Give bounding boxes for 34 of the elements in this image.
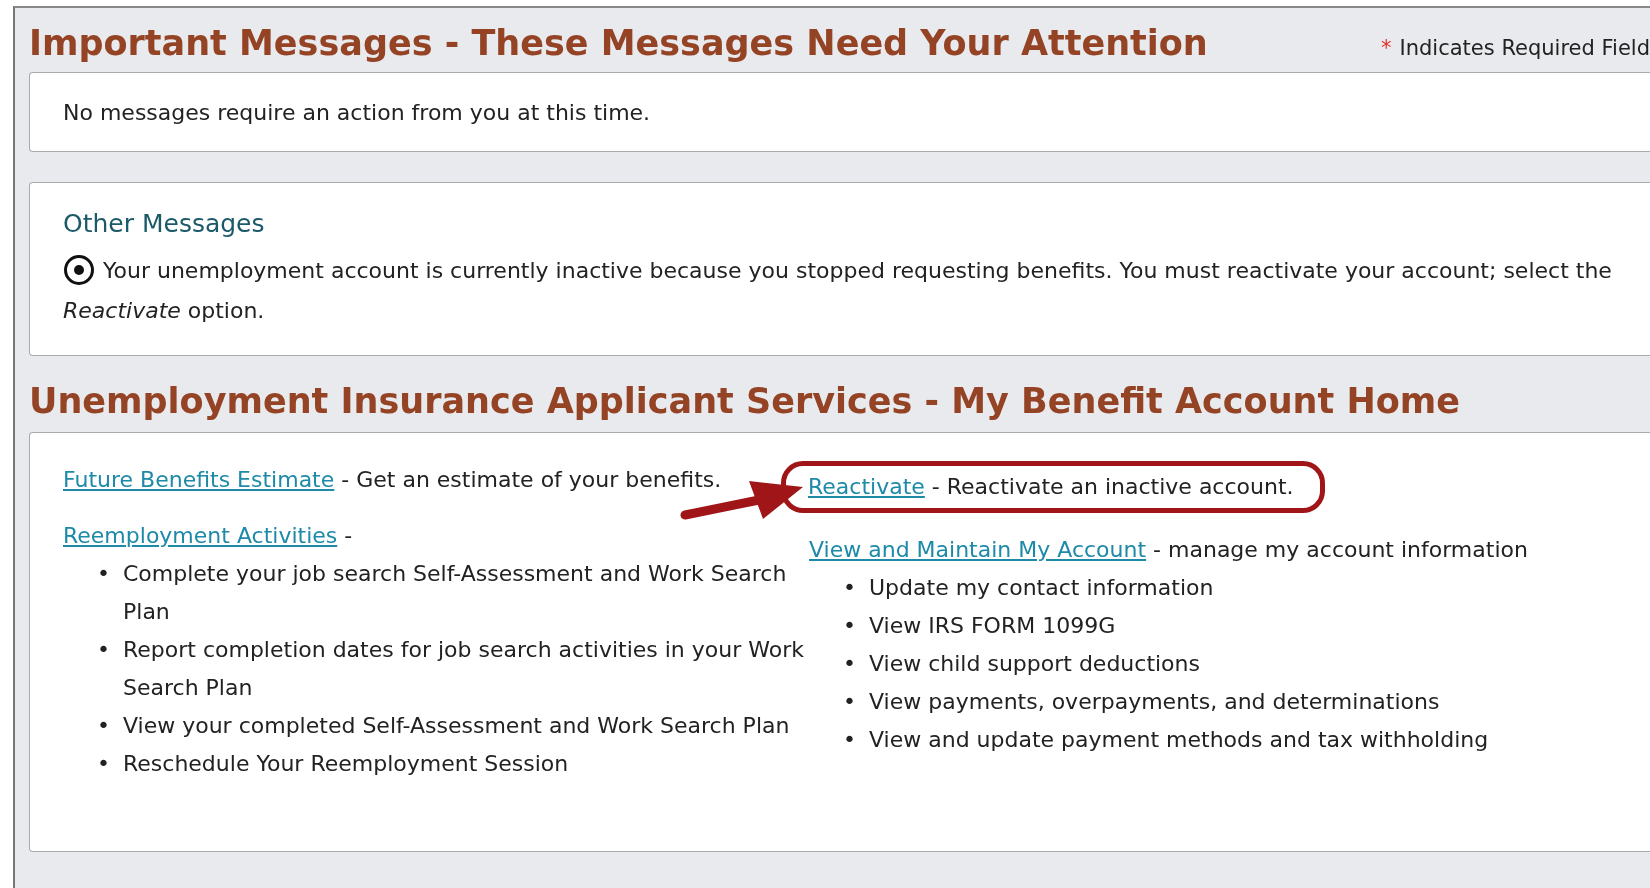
list-item: View IRS FORM 1099G bbox=[869, 611, 1116, 640]
link[interactable]: Reactivate bbox=[808, 473, 925, 499]
bullet: • bbox=[97, 559, 111, 588]
list-item: View your completed Self-Assessment and Work Search Plan bbox=[123, 711, 790, 740]
list-item: Update my contact information bbox=[869, 573, 1214, 602]
required-note: Indicates Required Field bbox=[1399, 34, 1650, 62]
bullet: • bbox=[843, 649, 857, 678]
radio-dot-icon bbox=[63, 253, 95, 286]
section-heading: Other Messages bbox=[63, 208, 266, 240]
description-text: - manage my account information bbox=[1153, 536, 1528, 562]
list-item: Reschedule Your Reemployment Session bbox=[123, 749, 569, 778]
message-text: Your unemployment account is currently inactive because you stopped requesting benefits. You must reactivate your account; select the Reactivate option. bbox=[63, 250, 1617, 331]
bullet: • bbox=[843, 687, 857, 716]
list-item: Report completion dates for job search activities in your Work Search Plan bbox=[123, 635, 805, 702]
bullet: • bbox=[97, 711, 111, 740]
link[interactable]: Future Benefits Estimate bbox=[63, 466, 335, 492]
required-mark: * bbox=[1381, 34, 1392, 62]
list-item: View payments, overpayments, and determinations bbox=[869, 687, 1440, 716]
link[interactable]: View and Maintain My Account bbox=[809, 536, 1147, 562]
bullet: • bbox=[97, 635, 111, 664]
list-item: View child support deductions bbox=[869, 649, 1200, 678]
bullet: • bbox=[843, 611, 857, 640]
bullet: • bbox=[97, 749, 111, 778]
bullet: • bbox=[843, 725, 857, 754]
description-text: - bbox=[344, 522, 353, 548]
page-heading: Unemployment Insurance Applicant Services - My Benefit Account Home bbox=[29, 379, 1461, 422]
bullet: • bbox=[843, 573, 857, 602]
link[interactable]: Reemployment Activities bbox=[63, 522, 338, 548]
list-item: View and update payment methods and tax withholding bbox=[869, 725, 1489, 754]
page-heading: Important Messages - These Messages Need Your Attention bbox=[29, 22, 1208, 64]
list-item: Complete your job search Self-Assessment and Work Search Plan bbox=[123, 559, 788, 626]
description-text: - Reactivate an inactive account. bbox=[931, 473, 1294, 499]
message-text: No messages require an action from you at this time. bbox=[63, 98, 651, 127]
description-text: - Get an estimate of your benefits. bbox=[341, 466, 722, 492]
